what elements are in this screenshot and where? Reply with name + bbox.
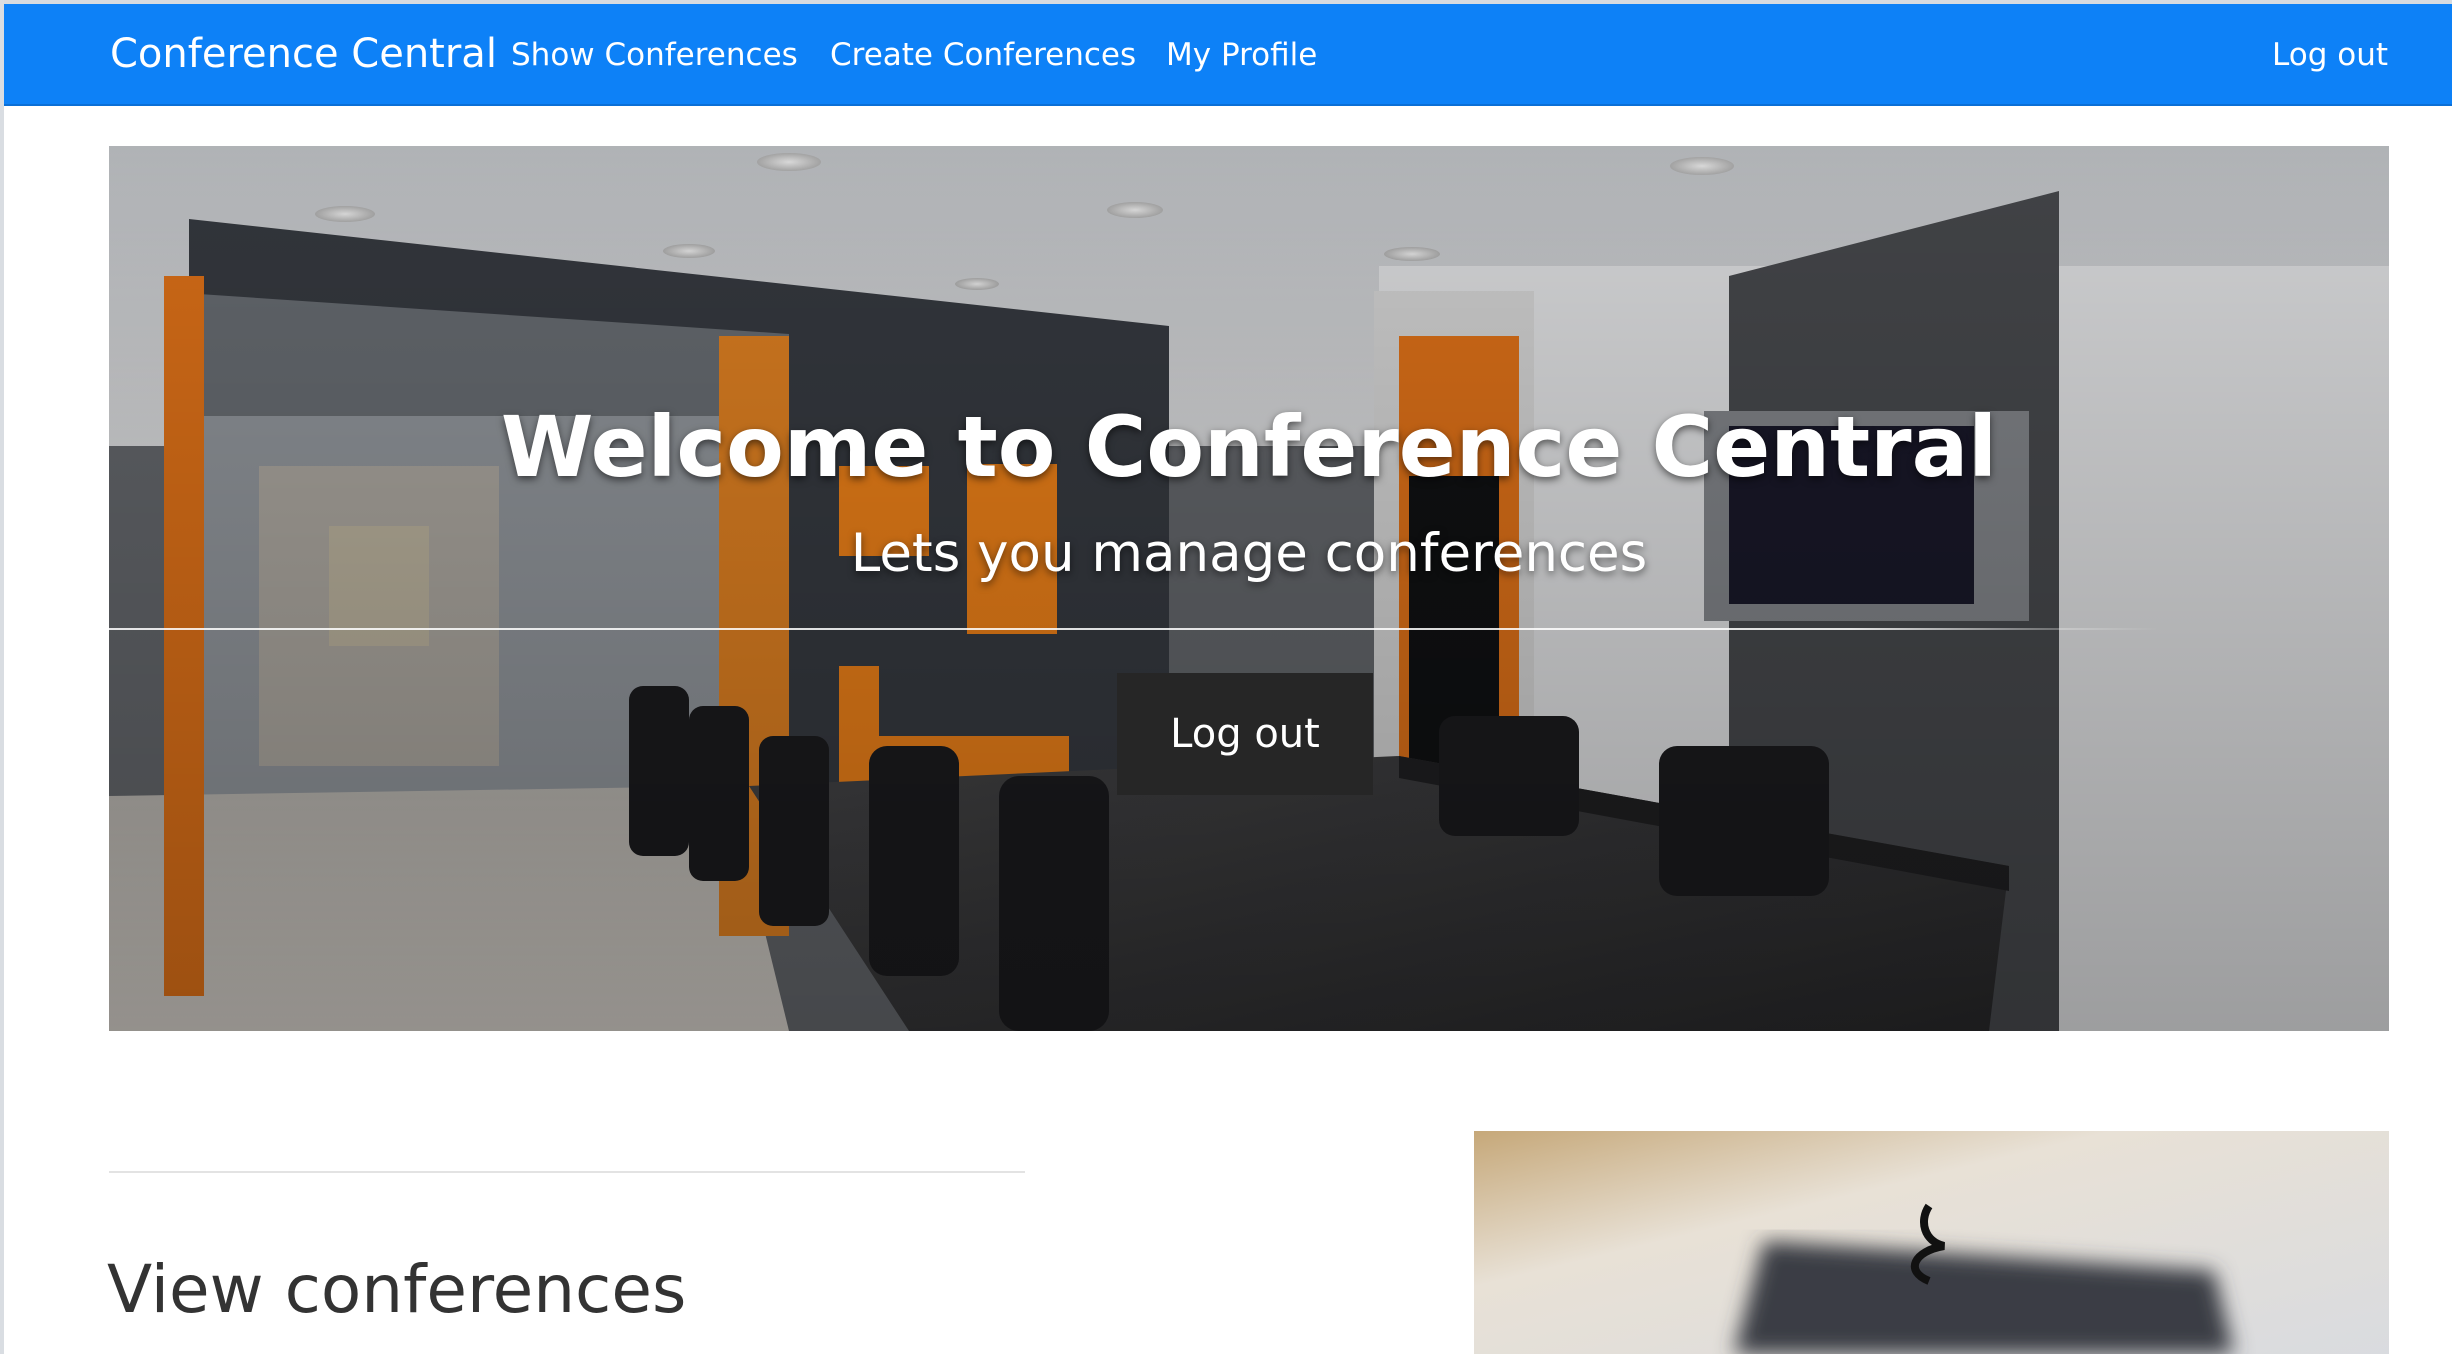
- view-conferences-heading: View conferences: [107, 1251, 687, 1328]
- nav-show-conferences[interactable]: Show Conferences: [511, 38, 798, 72]
- hero-banner: Welcome to Conference Central Lets you m…: [109, 146, 2389, 1031]
- nav-create-conferences[interactable]: Create Conferences: [830, 38, 1136, 72]
- hero-logout-button[interactable]: Log out: [1117, 673, 1373, 795]
- top-navbar: Conference Central Show Conferences Crea…: [4, 4, 2452, 106]
- hero-subtitle: Lets you manage conferences: [850, 523, 1648, 584]
- nav-my-profile[interactable]: My Profile: [1166, 38, 1317, 72]
- nav-logout-link[interactable]: Log out: [2272, 38, 2388, 72]
- conferences-thumbnail-image: [1474, 1131, 2389, 1354]
- hero-title: Welcome to Conference Central: [500, 398, 1998, 496]
- section-divider: [109, 1171, 1025, 1173]
- window-frame-left: [0, 0, 4, 1354]
- hero-background-image: [109, 146, 2389, 1031]
- hero-divider: [109, 628, 2159, 630]
- brand-link[interactable]: Conference Central: [110, 32, 497, 76]
